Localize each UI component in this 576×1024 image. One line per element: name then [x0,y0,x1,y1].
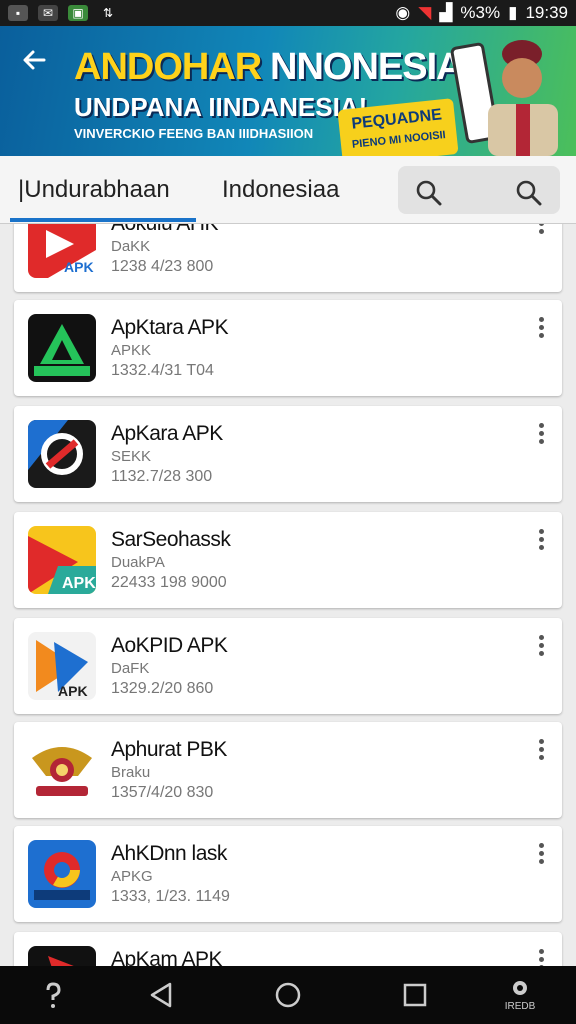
more-options-icon[interactable] [534,842,548,866]
search-box[interactable] [398,166,560,214]
app-meta: 1238 4/23 800 [111,258,214,275]
apk-dark-red-icon [28,946,96,966]
wifi-icon: ◥ [418,3,432,22]
list-item[interactable]: ApKtara APK APKK 1332.4/31 T04 [14,300,562,396]
banner-subtitle: UNDPANA IINDANESIA! [74,92,368,122]
garuda-emblem-icon [28,736,96,804]
app-type: APKG [111,868,153,885]
active-tab-indicator [10,218,196,222]
more-options-icon[interactable] [534,422,548,446]
battery-text: %3% [460,3,501,22]
app-name: ApKam APK [111,948,223,966]
signal-icon: ▟ [439,3,453,22]
banner-tagline: VINVERCKIO FEENG BAN IIIDHASIION [74,126,314,141]
list-item[interactable]: APK AoKPID APK DaFK 1329.2/20 860 [14,618,562,714]
navigation-bar: IREDB [0,966,576,1024]
sim-icon: ▪ [8,5,28,21]
more-options-icon[interactable] [534,224,548,236]
app-name: ApKara APK [111,422,223,445]
tab-bar: |Undurabhaan Indonesiaa [0,156,576,224]
hotspot-icon: ◉ [395,3,411,22]
apk-yellow-red-icon: APK [28,526,96,594]
app-type: SEKK [111,448,152,465]
more-nav-label: IREDB [504,1001,536,1012]
more-nav-icon [513,981,527,995]
apk-blue-circle-icon [28,420,96,488]
more-options-icon[interactable] [534,316,548,340]
tab-undurabhaan[interactable]: |Undurabhaan [18,176,170,204]
search-icon[interactable] [416,180,442,206]
list-item[interactable]: APK SarSeohassk DuakPA 22433 198 9000 [14,512,562,608]
list-item[interactable]: Aphurat PBK Braku 1357/4/20 830 [14,722,562,818]
svg-text:APK: APK [62,575,96,592]
banner-title-part2: NNONESIA! [270,46,475,88]
apk-blue-orange-icon: APK [28,632,96,700]
app-meta: 22433 198 9000 [111,574,227,591]
photo-icon: ▣ [68,5,88,21]
more-options-icon[interactable] [534,528,548,552]
tab-indonesiaa[interactable]: Indonesiaa [222,176,339,204]
apk-chrome-style-icon [28,840,96,908]
mail-icon: ✉ [38,5,58,21]
app-type: DaKK [111,238,151,255]
app-type: DaFK [111,660,150,677]
promo-banner: ANDOHAR NNONESIA! UNDPANA IINDANESIA! VI… [0,26,576,156]
more-options-icon[interactable] [534,738,548,762]
home-nav-icon[interactable] [273,980,303,1010]
battery-icon: ▮ [508,3,518,22]
status-bar: ▪ ✉ ▣ ⇅ ◉ ◥ ▟ %3% ▮ 19:39 [0,0,576,26]
svg-text:APK: APK [58,683,88,699]
apk-red-icon: APK [28,224,96,278]
list-item[interactable]: ApKara APK SEKK 1132.7/28 300 [14,406,562,502]
app-name: SarSeohassk [111,528,231,551]
app-name: ApKtara APK [111,316,229,339]
app-type: APKK [111,342,152,359]
clock: 19:39 [525,3,568,22]
back-nav-icon[interactable] [146,980,176,1010]
app-type: DuakPA [111,554,165,571]
person-illustration [488,40,558,156]
back-arrow-icon[interactable] [18,44,54,80]
help-icon[interactable] [38,980,68,1010]
app-type: Braku [111,764,151,781]
app-name: Aokuiu AHK [111,224,219,236]
app-meta: 1332.4/31 T04 [111,362,214,379]
app-name: AoKPID APK [111,634,228,657]
usb-icon: ⇅ [102,6,114,20]
app-meta: 1132.7/28 300 [111,468,213,485]
search-icon[interactable] [516,180,542,206]
list-item[interactable]: AhKDnn lask APKG 1333, 1/23. 1149 [14,826,562,922]
recents-nav-icon[interactable] [400,980,430,1010]
more-options-icon[interactable] [534,948,548,966]
app-meta: 1333, 1/23. 1149 [111,888,230,905]
more-nav-button[interactable]: IREDB [498,978,542,1012]
app-name: AhKDnn lask [111,842,227,865]
app-name: Aphurat PBK [111,738,227,761]
svg-text:APK: APK [64,259,94,275]
app-meta: 1329.2/20 860 [111,680,214,697]
apk-green-android-icon [28,314,96,382]
banner-title-part1: ANDOHAR [74,46,262,88]
more-options-icon[interactable] [534,634,548,658]
list-item[interactable]: ApKam APK [14,932,562,966]
list-item[interactable]: APK Aokuiu AHK DaKK 1238 4/23 800 [14,224,562,292]
app-meta: 1357/4/20 830 [111,784,214,801]
app-list: APK Aokuiu AHK DaKK 1238 4/23 800 ApKtar… [0,224,576,966]
